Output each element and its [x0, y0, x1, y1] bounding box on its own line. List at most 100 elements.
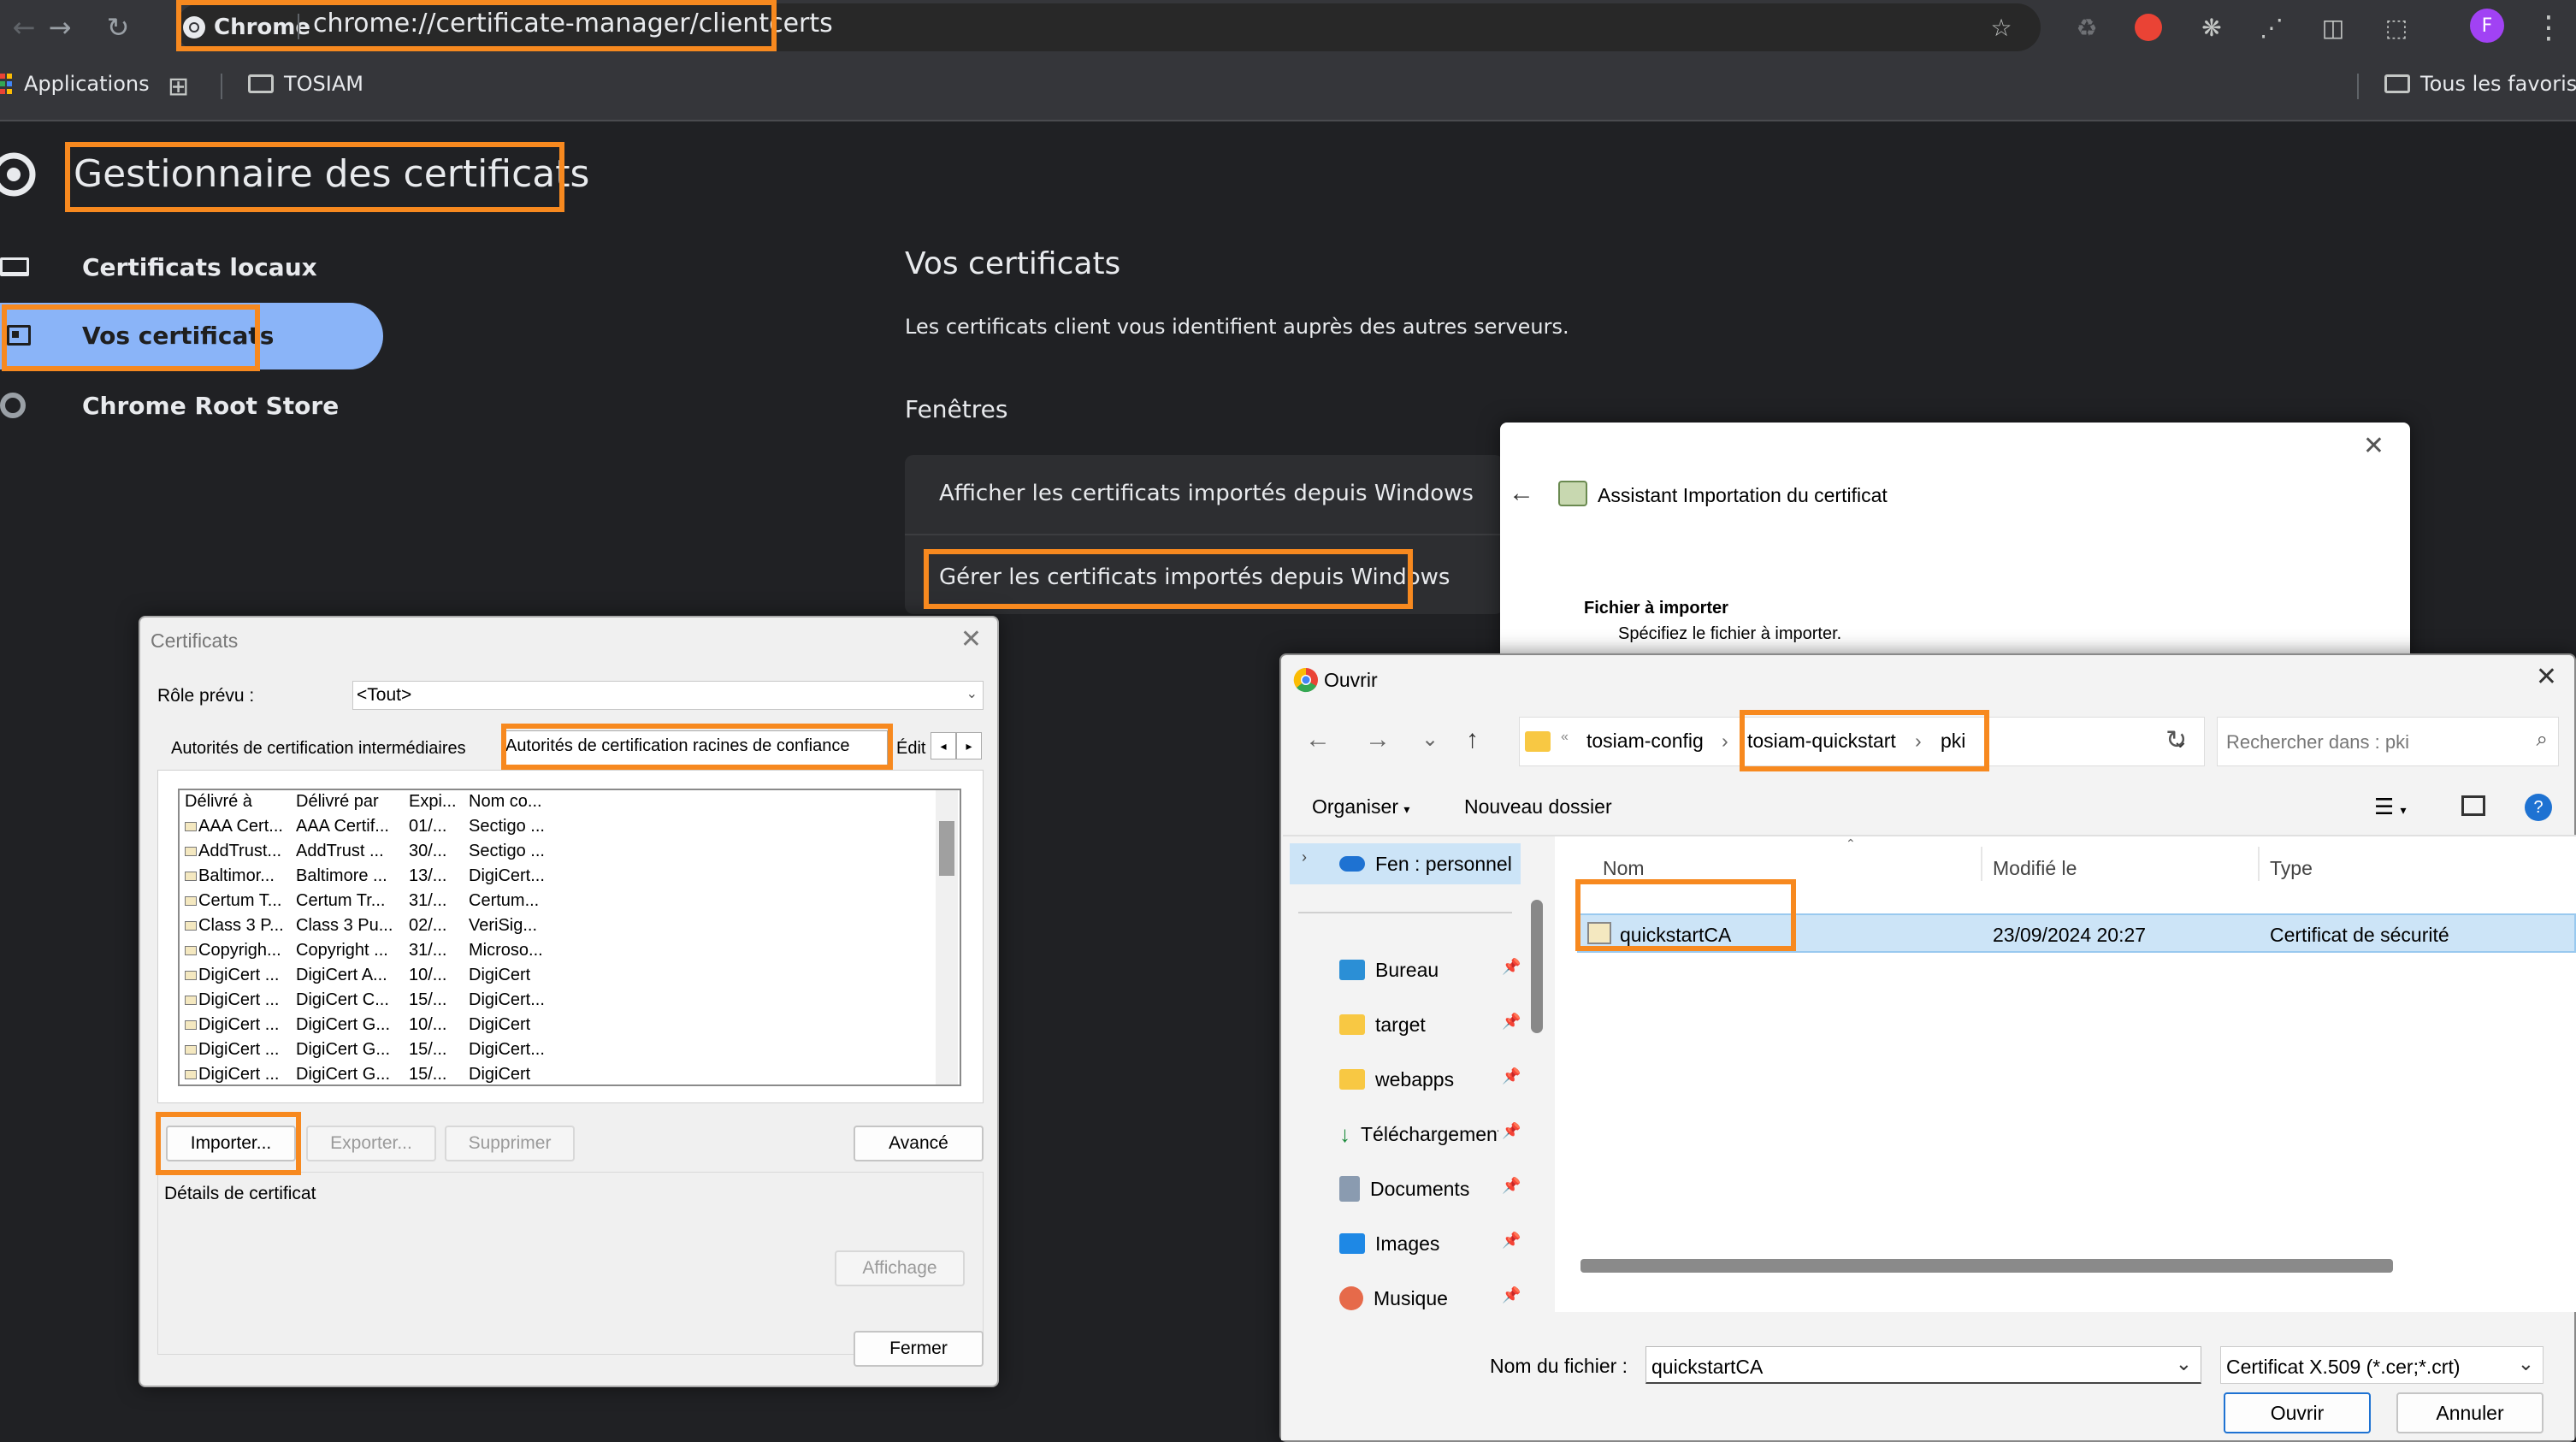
- table-row[interactable]: DigiCert ... DigiCert G... 15/... DigiCert.…: [180, 1040, 932, 1065]
- tree-item-downloads[interactable]: ↓ Téléchargements: [1339, 1117, 1498, 1151]
- side-panel-icon[interactable]: ◫: [2316, 10, 2350, 44]
- tab-scroll-left-icon[interactable]: ◂: [931, 732, 956, 759]
- col-modified[interactable]: Modifié le: [1993, 857, 2077, 880]
- file-list[interactable]: ⌃ Nom Modifié le Type quickstartCA 23/09…: [1555, 836, 2576, 1312]
- col-name[interactable]: Nom: [1603, 857, 1645, 880]
- horizontal-scrollbar[interactable]: [1580, 1259, 2393, 1273]
- pin-icon[interactable]: 📌: [1502, 1013, 1521, 1031]
- bookmark-applications[interactable]: Applications: [0, 72, 150, 96]
- table-row[interactable]: AAA Cert... AAA Certif... 01/... Sectigo ..…: [180, 817, 932, 842]
- table-row[interactable]: Baltimor... Baltimore ... 13/... DigiCert..…: [180, 866, 932, 891]
- reload-icon[interactable]: ↻: [99, 9, 137, 46]
- breadcrumb[interactable]: « tosiam-config › tosiam-quickstart › pk…: [1519, 717, 2205, 766]
- chevron-down-icon: ⌄: [2517, 1352, 2534, 1374]
- dots-extension-icon[interactable]: ⋰: [2254, 10, 2289, 44]
- bookmark-tosiam[interactable]: TOSIAM: [248, 72, 363, 96]
- table-row[interactable]: DigiCert ... DigiCert C... 15/... DigiCert.…: [180, 990, 932, 1015]
- pin-icon[interactable]: 📌: [1502, 1122, 1521, 1140]
- certificate-list[interactable]: Délivré à Délivré par Expi... Nom co... …: [178, 789, 961, 1086]
- pin-icon[interactable]: 📌: [1502, 1067, 1521, 1085]
- nav-item-local-certs[interactable]: Certificats locaux: [0, 234, 317, 299]
- close-icon[interactable]: ✕: [960, 624, 982, 654]
- profile-avatar[interactable]: F: [2470, 9, 2504, 43]
- advanced-button[interactable]: Avancé: [854, 1126, 984, 1161]
- export-button[interactable]: Exporter...: [306, 1126, 436, 1161]
- help-icon[interactable]: ?: [2525, 794, 2552, 821]
- manage-imported-certs-row[interactable]: Gérer les certificats importés depuis Wi…: [939, 564, 1450, 590]
- view-button[interactable]: Affichage: [835, 1250, 965, 1286]
- tree-item-target[interactable]: target: [1339, 1008, 1426, 1042]
- view-imported-certs-row[interactable]: Afficher les certificats importés depuis…: [939, 481, 1474, 506]
- all-bookmarks[interactable]: Tous les favoris: [2384, 72, 2576, 96]
- table-row[interactable]: DigiCert ... DigiCert A... 10/... DigiCert: [180, 966, 932, 990]
- extensions-icon[interactable]: ⬚: [2379, 10, 2414, 44]
- back-arrow-icon[interactable]: ←: [1305, 725, 1331, 754]
- puzzle-gear-icon[interactable]: ❋: [2195, 10, 2229, 44]
- list-scrollbar[interactable]: [936, 790, 958, 1084]
- recycle-extension-icon[interactable]: ♻: [2070, 10, 2104, 44]
- breadcrumb-item[interactable]: pki: [1941, 730, 1965, 753]
- tab-intermediate[interactable]: Autorités de certification intermédiaire…: [171, 739, 466, 759]
- table-row[interactable]: Class 3 P... Class 3 Pu... 02/... VeriSig..…: [180, 916, 932, 941]
- role-select[interactable]: <Tout> ⌄: [352, 681, 984, 710]
- col-type[interactable]: Type: [2270, 857, 2313, 880]
- tree-scrollbar[interactable]: [1531, 900, 1543, 1033]
- pin-icon[interactable]: 📌: [1502, 1177, 1521, 1195]
- close-button[interactable]: Fermer: [854, 1331, 984, 1367]
- url-text[interactable]: chrome://certificate-manager/clientcerts: [313, 9, 833, 38]
- breadcrumb-item[interactable]: tosiam-config: [1586, 730, 1704, 753]
- scrollbar-thumb[interactable]: [939, 821, 954, 876]
- pin-icon[interactable]: 📌: [1502, 1286, 1521, 1304]
- back-arrow-icon[interactable]: ←: [5, 9, 43, 46]
- tab-scroll-right-icon[interactable]: ▸: [956, 732, 982, 759]
- cancel-button[interactable]: Annuler: [2396, 1392, 2544, 1433]
- bookmark-star-icon[interactable]: ☆: [1984, 10, 2018, 44]
- new-folder-button[interactable]: Nouveau dossier: [1464, 795, 1612, 819]
- tree-item-desktop[interactable]: Bureau: [1339, 953, 1439, 987]
- import-button[interactable]: Importer...: [166, 1126, 296, 1161]
- tree-item-webapps[interactable]: webapps: [1339, 1062, 1454, 1096]
- red-extension-icon[interactable]: [2131, 10, 2165, 44]
- tree-item-onedrive[interactable]: Fen : personnel: [1339, 847, 1512, 881]
- up-arrow-icon[interactable]: ↑: [1466, 725, 1479, 754]
- forward-arrow-icon[interactable]: →: [41, 9, 79, 46]
- tab-trusted-root[interactable]: Autorités de certification racines de co…: [503, 730, 888, 770]
- table-row[interactable]: Copyrigh... Copyright ... 31/... Microso...: [180, 941, 932, 966]
- refresh-icon[interactable]: ↻: [2165, 725, 2187, 755]
- back-arrow-icon[interactable]: ←: [1509, 479, 1534, 508]
- col-issued-by[interactable]: Délivré par: [296, 792, 407, 812]
- table-row[interactable]: DigiCert ... DigiCert G... 10/... DigiCert: [180, 1015, 932, 1040]
- col-expiration[interactable]: Expi...: [409, 792, 470, 812]
- search-input[interactable]: Rechercher dans : pki ⌕: [2217, 717, 2559, 766]
- nav-item-your-certs[interactable]: Vos certificats: [0, 303, 274, 368]
- organize-menu[interactable]: Organiser ▾: [1312, 795, 1409, 819]
- table-row[interactable]: DigiCert ... DigiCert G... 15/... DigiCert: [180, 1065, 932, 1084]
- filename-input[interactable]: quickstartCA ⌄: [1645, 1346, 2201, 1384]
- tree-divider: [1298, 912, 1512, 913]
- open-button[interactable]: Ouvrir: [2224, 1392, 2371, 1433]
- preview-pane-icon[interactable]: [2461, 795, 2485, 816]
- forward-arrow-icon[interactable]: →: [1365, 725, 1391, 754]
- tree-item-pictures[interactable]: Images: [1339, 1226, 1439, 1261]
- table-row[interactable]: Certum T... Certum Tr... 31/... Certum...: [180, 891, 932, 916]
- table-row[interactable]: AddTrust... AddTrust ... 30/... Sectigo ...: [180, 842, 932, 866]
- remove-button[interactable]: Supprimer: [445, 1126, 575, 1161]
- tab-groups-icon[interactable]: ⊞: [168, 72, 189, 102]
- filetype-select[interactable]: Certificat X.509 (*.cer;*.crt) ⌄: [2220, 1346, 2544, 1384]
- tree-item-documents[interactable]: Documents: [1339, 1172, 1469, 1206]
- close-icon[interactable]: ✕: [2363, 431, 2384, 461]
- file-row[interactable]: quickstartCA 23/09/2024 20:27 Certificat…: [1577, 913, 2576, 953]
- view-list-icon[interactable]: ☰ ▾: [2374, 794, 2407, 820]
- nav-item-root-store[interactable]: Chrome Root Store: [0, 373, 339, 438]
- pin-icon[interactable]: 📌: [1502, 1232, 1521, 1250]
- col-friendly-name[interactable]: Nom co...: [469, 792, 554, 812]
- recent-chevron-icon[interactable]: ⌄: [1421, 727, 1439, 752]
- pin-icon[interactable]: 📌: [1502, 958, 1521, 976]
- close-icon[interactable]: ✕: [2536, 662, 2557, 692]
- more-menu-icon[interactable]: ⋮: [2532, 10, 2566, 45]
- tab-editors[interactable]: Édit: [896, 739, 925, 759]
- chevron-right-icon[interactable]: ›: [1302, 848, 1307, 866]
- col-issued-to[interactable]: Délivré à: [185, 792, 294, 812]
- breadcrumb-item[interactable]: tosiam-quickstart: [1747, 730, 1896, 753]
- tree-item-music[interactable]: Musique: [1339, 1281, 1448, 1312]
